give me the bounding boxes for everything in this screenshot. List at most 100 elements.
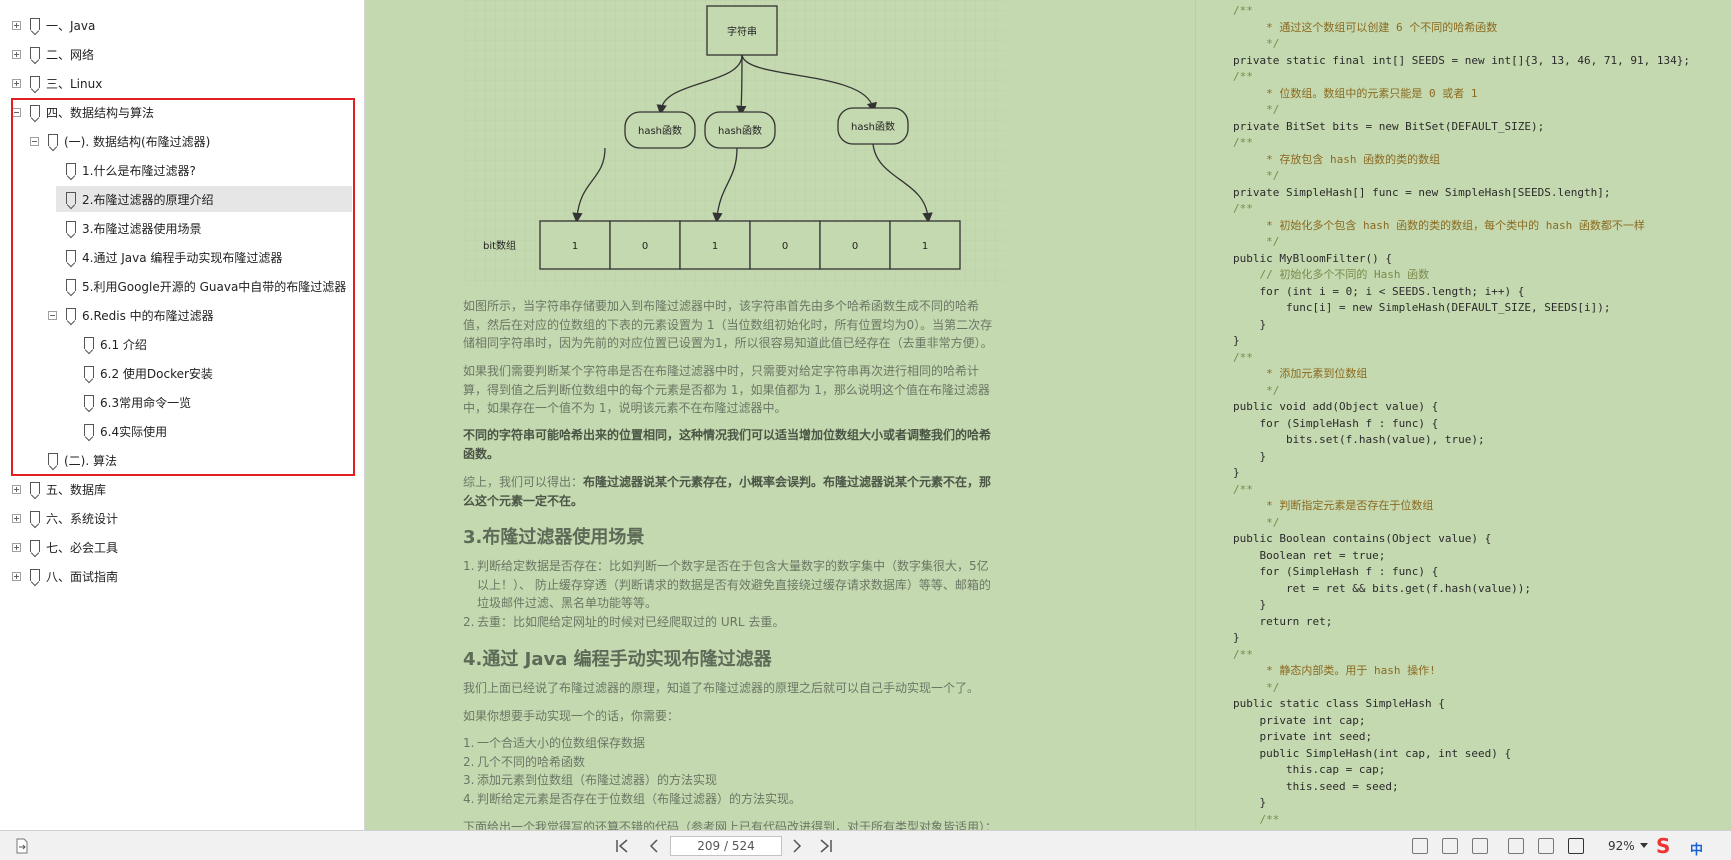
expand-icon[interactable] bbox=[12, 572, 21, 581]
sidebar-item-label: 4.通过 Java 编程手动实现布隆过滤器 bbox=[82, 251, 283, 265]
paragraph-1: 如图所示，当字符串存储要加入到布隆过滤器中时，该字符串首先由多个哈希函数生成不同… bbox=[463, 299, 993, 350]
continuous-view-icon[interactable] bbox=[1508, 838, 1524, 854]
code-line: this.cap = cap; bbox=[1233, 763, 1386, 776]
previous-page-button[interactable] bbox=[646, 838, 662, 854]
sidebar-item[interactable]: (一). 数据结构(布隆过滤器) bbox=[0, 128, 360, 154]
sidebar-item[interactable]: 七、必会工具 bbox=[0, 534, 360, 560]
sidebar-item-label: 八、面试指南 bbox=[46, 570, 119, 584]
fit-width-icon[interactable] bbox=[1472, 838, 1488, 854]
diagram-root-label: 字符串 bbox=[727, 25, 757, 38]
code-line: */ bbox=[1233, 37, 1280, 50]
sidebar-item[interactable]: 3.布隆过滤器使用场景 bbox=[0, 215, 360, 241]
code-line: */ bbox=[1233, 680, 1280, 694]
bookmark-icon bbox=[30, 511, 40, 523]
code-line: Boolean ret = true; bbox=[1233, 548, 1386, 562]
collapse-icon[interactable] bbox=[48, 311, 57, 320]
ime-logo-icon[interactable]: S bbox=[1656, 834, 1686, 858]
code-line: // 初始化多个不同的 Hash 函数 bbox=[1233, 268, 1430, 281]
code-line: /** bbox=[1233, 136, 1253, 149]
sidebar-item-label: 6.3常用命令一览 bbox=[100, 396, 192, 410]
actual-size-icon[interactable] bbox=[1412, 838, 1428, 854]
list-item: 2. 去重：比如爬给定网址的时候对已经爬取过的 URL 去重。 bbox=[463, 615, 785, 629]
code-line: /** bbox=[1233, 350, 1253, 364]
zoom-level[interactable]: 92% bbox=[1608, 839, 1635, 853]
ime-mode-indicator[interactable]: 中 bbox=[1690, 839, 1703, 858]
bit-cell-value: 0 bbox=[852, 241, 858, 252]
code-line: /** bbox=[1233, 70, 1253, 83]
bit-cell-value: 0 bbox=[642, 241, 648, 252]
outline-sidebar: 一、Java 二、网络三、Linux 四、数据结构与算法 (一). 数据结构(布隆过滤… bbox=[0, 0, 365, 830]
code-line: private BitSet bits = new BitSet(DEFAULT… bbox=[1233, 119, 1545, 133]
code-line: * 通过这个数组可以创建 6 个不同的哈希函数 bbox=[1233, 20, 1498, 34]
bit-cell-value: 1 bbox=[922, 241, 928, 252]
code-line: */ bbox=[1233, 235, 1280, 248]
sidebar-item[interactable]: (二). 算法 bbox=[0, 447, 360, 473]
export-icon[interactable] bbox=[14, 838, 30, 854]
sidebar-item-label: 6.Redis 中的布隆过滤器 bbox=[82, 309, 214, 323]
sidebar-item[interactable]: 1.什么是布隆过滤器? bbox=[0, 157, 360, 183]
collapse-icon[interactable] bbox=[12, 108, 21, 117]
sidebar-item[interactable]: 6.1 介绍 bbox=[0, 331, 360, 357]
sidebar-item-label: 1.什么是布隆过滤器? bbox=[82, 164, 196, 178]
code-line: private int cap; bbox=[1233, 713, 1366, 727]
sidebar-item[interactable]: 五、数据库 bbox=[0, 476, 360, 502]
next-page-button[interactable] bbox=[789, 838, 805, 854]
bookmark-icon bbox=[84, 337, 94, 349]
code-line: private SimpleHash[] func = new SimpleHa… bbox=[1233, 185, 1611, 199]
two-page-icon[interactable] bbox=[1568, 838, 1584, 854]
sidebar-item[interactable]: 5.利用Google开源的 Guava中自带的布隆过滤器 bbox=[0, 273, 360, 299]
bit-cell-value: 0 bbox=[782, 241, 788, 252]
code-line: /** bbox=[1233, 647, 1253, 661]
code-line: } bbox=[1233, 449, 1267, 463]
sidebar-item-label: 七、必会工具 bbox=[46, 541, 119, 555]
bookmark-icon bbox=[84, 366, 94, 378]
sidebar-item[interactable]: 6.4实际使用 bbox=[0, 418, 360, 444]
first-page-button[interactable] bbox=[614, 838, 630, 854]
sidebar-item-label: 2.布隆过滤器的原理介绍 bbox=[82, 193, 214, 207]
bookmark-icon bbox=[66, 250, 76, 262]
sidebar-item[interactable]: 6.Redis 中的布隆过滤器 bbox=[0, 302, 360, 328]
fit-page-icon[interactable] bbox=[1442, 838, 1458, 854]
collapse-icon[interactable] bbox=[30, 137, 39, 146]
expand-icon[interactable] bbox=[12, 485, 21, 494]
sidebar-item[interactable]: 4.通过 Java 编程手动实现布隆过滤器 bbox=[0, 244, 360, 270]
sidebar-item[interactable]: 一、Java bbox=[0, 12, 360, 38]
paragraph-6: 如果你想要手动实现一个的话，你需要： bbox=[463, 709, 680, 723]
paragraph-3: 不同的字符串可能哈希出来的位置相同，这种情况我们可以适当增加位数组大小或者调整我… bbox=[463, 426, 998, 463]
expand-icon[interactable] bbox=[12, 79, 21, 88]
sidebar-item-label: 6.2 使用Docker安装 bbox=[100, 367, 213, 381]
zoom-dropdown-icon[interactable] bbox=[1640, 843, 1648, 848]
page-number-input[interactable]: 209 / 524 bbox=[670, 836, 782, 856]
bookmark-icon bbox=[30, 105, 40, 117]
sidebar-item[interactable]: 四、数据结构与算法 bbox=[0, 99, 360, 125]
paragraph-2: 如果我们需要判断某个字符串是否在布隆过滤器中时，只需要对给定字符串再次进行相同的… bbox=[463, 364, 990, 415]
code-line: /** bbox=[1233, 812, 1280, 826]
code-line: /** bbox=[1233, 202, 1253, 215]
last-page-button[interactable] bbox=[818, 838, 834, 854]
code-line: public SimpleHash(int cap, int seed) { bbox=[1233, 746, 1512, 760]
viewer-status-bar: 209 / 524 92% S 中 bbox=[0, 830, 1731, 860]
sidebar-item[interactable]: 八、面试指南 bbox=[0, 563, 360, 589]
code-line: for (SimpleHash f : func) { bbox=[1233, 416, 1439, 430]
sidebar-item[interactable]: 二、网络 bbox=[0, 41, 360, 67]
expand-icon[interactable] bbox=[12, 514, 21, 523]
sidebar-item[interactable]: 6.2 使用Docker安装 bbox=[0, 360, 360, 386]
sidebar-item-label: 一、Java bbox=[46, 19, 96, 33]
single-page-icon[interactable] bbox=[1538, 838, 1554, 854]
sidebar-item[interactable]: 6.3常用命令一览 bbox=[0, 389, 360, 415]
sidebar-item[interactable]: 三、Linux bbox=[0, 70, 360, 96]
code-line: */ bbox=[1233, 169, 1280, 182]
list-item: 1. 一个合适大小的位数组保存数据 bbox=[463, 736, 646, 750]
paragraph-4: 综上，我们可以得出：布隆过滤器说某个元素存在，小概率会误判。布隆过滤器说某个元素… bbox=[463, 473, 998, 510]
list-item: 1. 判断给定数据是否存在：比如判断一个数字是否在于包含大量数字的数字集中（数字集… bbox=[463, 559, 991, 610]
expand-icon[interactable] bbox=[12, 50, 21, 59]
bookmark-icon bbox=[30, 18, 40, 30]
sidebar-item-label: (二). 算法 bbox=[64, 454, 117, 468]
sidebar-item[interactable]: 2.布隆过滤器的原理介绍 bbox=[56, 186, 352, 212]
sidebar-item-label: 四、数据结构与算法 bbox=[46, 106, 155, 120]
code-line: } bbox=[1233, 598, 1267, 611]
sidebar-item[interactable]: 六、系统设计 bbox=[0, 505, 360, 531]
expand-icon[interactable] bbox=[12, 543, 21, 552]
expand-icon[interactable] bbox=[12, 21, 21, 30]
sidebar-item-label: 二、网络 bbox=[46, 48, 95, 62]
